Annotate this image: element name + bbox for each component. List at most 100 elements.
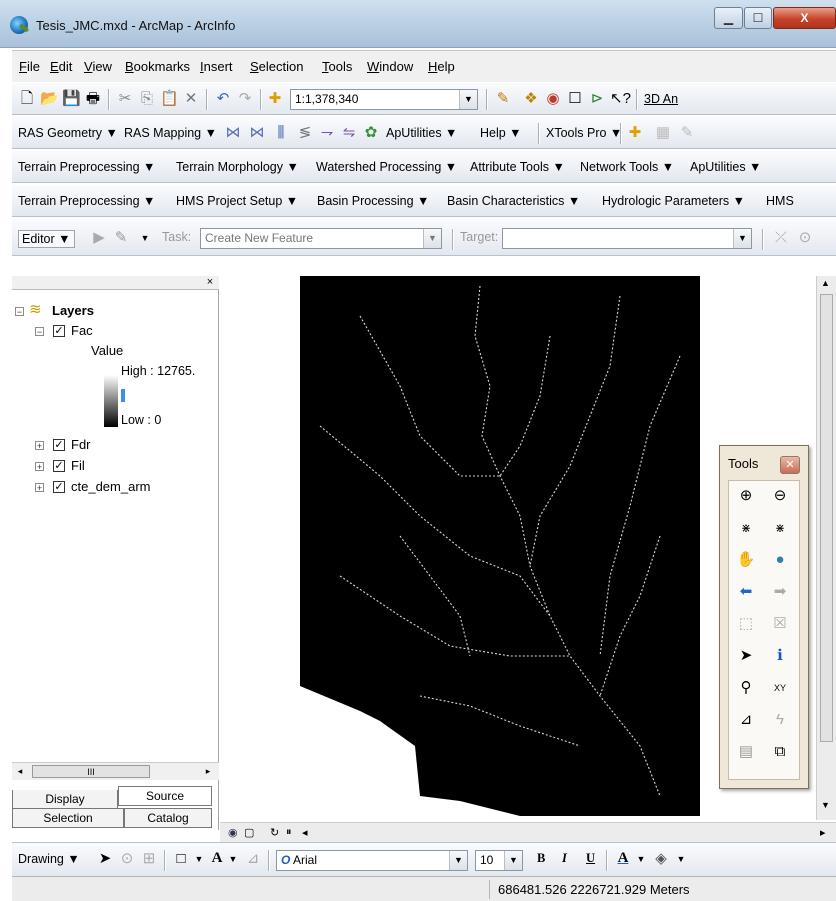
- aputilities-menu-2[interactable]: ApUtilities ▼: [690, 160, 761, 174]
- html-popup-icon[interactable]: ▤: [735, 741, 757, 763]
- rotate-tool-icon[interactable]: ⊙: [796, 229, 814, 247]
- layer-name-cte-dem-arm[interactable]: cte_dem_arm: [71, 479, 150, 494]
- ras-flowpaths-icon[interactable]: ≶: [296, 124, 314, 142]
- back-arrow-icon[interactable]: ⬅: [735, 581, 757, 603]
- layer-visibility-checkbox[interactable]: ✓: [53, 481, 65, 493]
- fixed-zoom-out-icon[interactable]: ⋇: [769, 517, 791, 539]
- layer-name-fdr[interactable]: Fdr: [71, 437, 91, 452]
- close-icon[interactable]: ×: [204, 276, 216, 288]
- zoom-out-icon[interactable]: ⊖: [769, 485, 791, 507]
- hms-menu[interactable]: HMS: [766, 194, 794, 208]
- menu-view[interactable]: View: [84, 59, 112, 74]
- data-view-icon[interactable]: ◉: [228, 826, 238, 839]
- help-menu[interactable]: Help ▼: [480, 126, 522, 140]
- paste-icon[interactable]: 📋: [160, 90, 179, 108]
- ras-mapping-menu[interactable]: RAS Mapping ▼: [124, 126, 217, 140]
- tab-selection[interactable]: Selection: [12, 808, 124, 828]
- layer-name-fac[interactable]: Fac: [71, 323, 93, 338]
- tab-display[interactable]: Display: [12, 790, 118, 810]
- chevron-down-icon[interactable]: ▼: [423, 229, 441, 248]
- menu-tools[interactable]: Tools: [322, 59, 352, 74]
- edit-tool-icon[interactable]: ▶: [90, 229, 108, 247]
- ras-bank-lines-icon[interactable]: ⫼: [272, 124, 290, 142]
- go-to-xy-icon[interactable]: XY: [769, 677, 791, 699]
- chevron-down-icon[interactable]: ▼: [632, 850, 650, 868]
- ras-geometry-menu[interactable]: RAS Geometry ▼: [18, 126, 118, 140]
- pause-drawing-icon[interactable]: ⏸: [286, 826, 292, 839]
- scroll-thumb[interactable]: [820, 294, 833, 742]
- add-data-icon[interactable]: ✚: [266, 90, 284, 108]
- watershed-processing-menu[interactable]: Watershed Processing ▼: [316, 160, 457, 174]
- rectangle-icon[interactable]: □: [172, 850, 190, 868]
- font-size-combo[interactable]: 10 ▼: [475, 850, 523, 871]
- collapse-icon[interactable]: −: [15, 307, 24, 317]
- menu-window[interactable]: Window: [367, 59, 413, 74]
- new-document-icon[interactable]: 🗋: [18, 90, 36, 108]
- select-elements-icon[interactable]: ➤: [735, 645, 757, 667]
- basin-characteristics-menu[interactable]: Basin Characteristics ▼: [447, 194, 580, 208]
- select-features-icon[interactable]: ⬚: [735, 613, 757, 635]
- pan-icon[interactable]: ✋: [735, 549, 757, 571]
- chevron-down-icon[interactable]: ▼: [190, 850, 208, 868]
- hyperlink-icon[interactable]: ϟ: [769, 709, 791, 731]
- scroll-up-icon[interactable]: ▲: [821, 278, 830, 288]
- menu-selection[interactable]: Selection: [250, 59, 303, 74]
- hms-terrain-preprocessing-menu[interactable]: Terrain Preprocessing ▼: [18, 194, 155, 208]
- layer-name-fil[interactable]: Fil: [71, 458, 85, 473]
- xtools-table-icon[interactable]: ▦: [654, 124, 672, 142]
- ras-reshape-icon[interactable]: ✿: [362, 124, 380, 142]
- scroll-right-icon[interactable]: ▸: [202, 766, 214, 778]
- print-icon[interactable]: 🖶: [84, 90, 102, 108]
- layer-visibility-checkbox[interactable]: ✓: [53, 460, 65, 472]
- target-combo[interactable]: ▼: [502, 228, 752, 249]
- chevron-down-icon[interactable]: ▼: [459, 90, 477, 109]
- menu-file[interactable]: File: [19, 59, 40, 74]
- layer-visibility-checkbox[interactable]: ✓: [53, 325, 65, 337]
- delete-icon[interactable]: ✕: [182, 90, 200, 108]
- scroll-left-icon[interactable]: ◂: [302, 826, 308, 839]
- copy-icon[interactable]: ⎘: [138, 90, 156, 108]
- menu-edit[interactable]: Edit: [50, 59, 72, 74]
- ras-xs-interpolate-icon[interactable]: ⇋: [340, 124, 358, 142]
- underline-button[interactable]: U: [586, 851, 595, 866]
- scroll-left-icon[interactable]: ◂: [14, 766, 26, 778]
- time-slider-icon[interactable]: ⧉: [769, 741, 791, 763]
- refresh-icon[interactable]: ↻: [270, 826, 279, 839]
- fill-color-icon[interactable]: ◈: [652, 850, 670, 868]
- open-folder-icon[interactable]: 📂: [40, 90, 59, 108]
- layer-visibility-checkbox[interactable]: ✓: [53, 439, 65, 451]
- measure-icon[interactable]: ⊿: [735, 709, 757, 731]
- scroll-down-icon[interactable]: ▼: [821, 800, 830, 810]
- layers-root-label[interactable]: Layers: [52, 303, 94, 318]
- find-binoculars-icon[interactable]: ⚲: [735, 677, 757, 699]
- model-builder-icon[interactable]: ⊳: [588, 90, 606, 108]
- chevron-down-icon[interactable]: ▼: [136, 229, 154, 247]
- map-vertical-scrollbar[interactable]: ▲ ▼: [816, 276, 836, 820]
- undo-icon[interactable]: ↶: [214, 90, 232, 108]
- expand-icon[interactable]: +: [35, 483, 44, 493]
- layout-view-icon[interactable]: ▢: [244, 826, 254, 839]
- edit-vertices-icon[interactable]: ⊿: [244, 850, 262, 868]
- expand-icon[interactable]: +: [35, 441, 44, 451]
- collapse-icon[interactable]: −: [35, 327, 44, 337]
- arcmap-app-icon[interactable]: [10, 16, 28, 34]
- terrain-morphology-menu[interactable]: Terrain Morphology ▼: [176, 160, 299, 174]
- sketch-tool-icon[interactable]: ✎: [112, 229, 130, 247]
- whats-this-icon[interactable]: ↖?: [610, 90, 631, 108]
- command-line-icon[interactable]: ☐: [566, 90, 584, 108]
- split-tool-icon[interactable]: ⤫: [772, 229, 790, 247]
- tab-catalog[interactable]: Catalog: [124, 808, 212, 828]
- menu-help[interactable]: Help: [428, 59, 455, 74]
- 3d-analyst-label[interactable]: 3D An: [644, 92, 678, 106]
- chevron-down-icon[interactable]: ▼: [672, 850, 690, 868]
- clear-selection-icon[interactable]: ☒: [769, 613, 791, 635]
- network-tools-menu[interactable]: Network Tools ▼: [580, 160, 674, 174]
- close-button[interactable]: X: [773, 7, 836, 29]
- arctoolbox-icon[interactable]: ❖: [522, 90, 540, 108]
- font-color-icon[interactable]: A: [614, 849, 632, 867]
- scroll-thumb[interactable]: III: [32, 765, 150, 778]
- task-combo[interactable]: Create New Feature ▼: [200, 228, 442, 249]
- redo-icon[interactable]: ↷: [236, 90, 254, 108]
- tab-source[interactable]: Source: [118, 786, 212, 806]
- expand-icon[interactable]: +: [35, 462, 44, 472]
